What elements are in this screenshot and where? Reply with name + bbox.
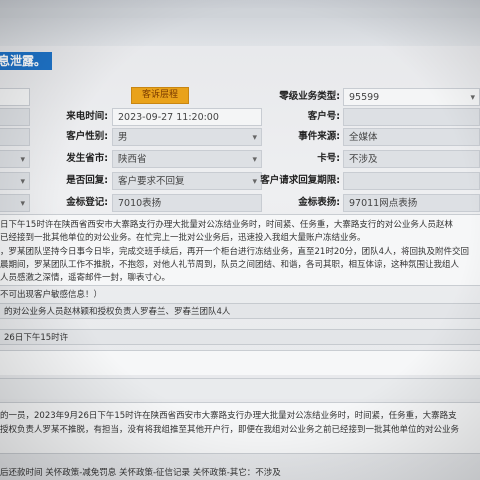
object-field[interactable]: 的对公业务人员赵林颖和授权负责人罗春兰、罗春兰团队4人	[0, 303, 480, 319]
care-policy-line: 后还款时间 关怀政策-减免罚息 关怀政策-征信记录 关怀政策-其它：不涉及	[0, 468, 281, 478]
browser-top	[0, 0, 480, 46]
left-field-2[interactable]	[0, 108, 30, 126]
description-line: 已经接到一批其他单位的对公业务。在忙完上一批对公业务后，迅速投入我组大量账户冻结…	[0, 233, 366, 243]
customer-no-field[interactable]	[343, 108, 480, 126]
customer-no-label: 客户号:	[307, 111, 340, 122]
flag-reply-label: 金标表扬:	[298, 197, 340, 208]
screen: 息泄露。 客诉层程 零级业务类型: 95599 来电时间: 2023-09-27…	[0, 0, 480, 480]
incoming-time-label: 来电时间:	[66, 111, 108, 122]
left-select-4[interactable]	[0, 150, 30, 168]
location-label: 发生省市:	[66, 153, 108, 164]
flag-field[interactable]: 7010表扬	[112, 194, 262, 212]
left-select-5[interactable]	[0, 172, 30, 190]
description-line: 晨期间，罗某团队工作不推脱，不抱怨，对他人礼节周到，队员之间团结、和谐，各司其职…	[0, 260, 460, 270]
detail-textarea[interactable]: 的一员，2023年9月26日下午15时许在陕西省西安市大寨路支行办理大批量对公冻…	[0, 402, 480, 454]
description-textarea[interactable]: 日下午15时许在陕西省西安市大寨路支行办理大批量对公冻结业务时，时间紧、任务重，…	[0, 214, 480, 286]
row-reply: 是否回复: 客户要求不回复 客户请求回复期限:	[0, 170, 480, 192]
flag-reply-field[interactable]: 97011网点表扬	[343, 194, 480, 212]
location-select[interactable]: 陕西省	[112, 150, 262, 168]
description-line: 人员感激之深情，遥寄邮件一封，聊表寸心。	[0, 273, 171, 283]
row-flag: 金标登记: 7010表扬 金标表扬: 97011网点表扬	[0, 192, 480, 214]
reply-deadline-label: 客户请求回复期限:	[260, 175, 340, 186]
time-field[interactable]: 26日下午15时许	[0, 329, 480, 345]
description-line: ，罗某团队坚持今日事今日毕，完成交班手续后，再开一个柜台进行冻结业务，直至21时…	[0, 247, 470, 257]
blank-field-2[interactable]	[0, 378, 480, 399]
card-label: 卡号:	[317, 153, 340, 164]
event-source-field[interactable]: 全媒体	[343, 128, 480, 146]
zero-level-select[interactable]: 95599	[343, 88, 480, 106]
row-location: 发生省市: 陕西省 卡号: 不涉及	[0, 148, 480, 170]
reply-select[interactable]: 客户要求不回复	[112, 172, 262, 190]
card-field[interactable]: 不涉及	[343, 150, 480, 168]
flag-label: 金标登记:	[66, 197, 108, 208]
row-time: 来电时间: 2023-09-27 11:20:00 客户号:	[0, 106, 480, 128]
blank-field-1[interactable]	[0, 350, 480, 375]
customer-gender-label: 客户性别:	[66, 131, 108, 142]
left-field-1[interactable]	[0, 88, 30, 106]
warning-banner: 息泄露。	[0, 52, 53, 70]
left-field-3[interactable]	[0, 128, 30, 146]
description-line: 日下午15时许在陕西省西安市大寨路支行办理大批量对公冻结业务时，时间紧、任务重，…	[0, 220, 453, 230]
reply-label: 是否回复:	[66, 175, 108, 186]
customer-gender-select[interactable]: 男	[112, 128, 262, 146]
detail-line: 的一员，2023年9月26日下午15时许在陕西省西安市大寨路支行办理大批量对公冻…	[0, 411, 457, 421]
chrome-strip	[0, 8, 480, 18]
row-type: 零级业务类型: 95599	[0, 86, 480, 108]
sensitive-info-note: 不可出现客户敏感信息！）	[0, 290, 103, 300]
reply-deadline-field[interactable]	[343, 172, 480, 190]
detail-line: 授权负责人罗某不推脱，有担当，没有将我组推至其他开户行，即便在我组对公业务之前已…	[0, 425, 460, 435]
left-select-6[interactable]	[0, 194, 30, 212]
zero-level-label: 零级业务类型:	[279, 91, 340, 102]
incoming-time-field[interactable]: 2023-09-27 11:20:00	[112, 108, 262, 126]
event-source-label: 事件来源:	[298, 131, 340, 142]
row-gender: 客户性别: 男 事件来源: 全媒体	[0, 126, 480, 148]
